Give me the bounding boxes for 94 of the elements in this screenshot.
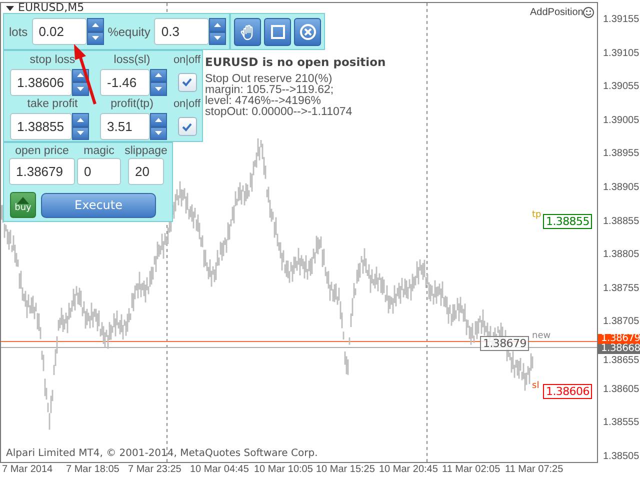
field-label: magic <box>82 144 116 158</box>
spin-down-button[interactable] <box>150 82 167 96</box>
indicator-name: AddPosition <box>530 7 584 19</box>
price-axis-label: 1.38905 <box>603 182 640 194</box>
time-axis-label: 7 Mar 23:25 <box>128 464 182 476</box>
spin-up-button[interactable] <box>150 68 167 82</box>
check-icon <box>181 120 193 133</box>
equity-field[interactable]: 0.3 <box>154 18 210 45</box>
price-axis-label: 1.38605 <box>603 384 640 396</box>
spin-down-button[interactable] <box>72 126 89 140</box>
toggle-checkbox[interactable] <box>178 72 196 92</box>
status-line: Stop Out reserve 210(%) <box>205 74 334 85</box>
arrow-down-icon <box>155 131 162 136</box>
time-axis-label: 7 Mar 2014 <box>2 464 53 476</box>
triangle-up-icon <box>17 197 29 204</box>
status-line: stopOut: 0.00000-->-1.11074 <box>205 107 354 118</box>
price-level-label[interactable]: 1.38606 <box>543 384 592 399</box>
copyright-text: Alpari Limited MT4, © 2001-2014, MetaQuotes Software Corp. <box>6 448 318 460</box>
price-axis-label: 1.39105 <box>603 48 640 60</box>
take-profit-field[interactable]: 1.38855 <box>10 113 72 140</box>
time-axis-label: 10 Mar 04:45 <box>190 464 249 476</box>
spin-up-button[interactable] <box>209 18 226 32</box>
field-label: stop loss <box>28 52 76 67</box>
arrow-up-icon <box>77 73 84 78</box>
field-label: open price <box>14 144 70 158</box>
field-label: lots <box>9 24 28 38</box>
close-icon <box>298 22 316 40</box>
price-axis-label: 1.39155 <box>603 14 640 26</box>
dropdown-triangle-icon <box>6 6 14 11</box>
square-icon <box>268 22 286 40</box>
level-tag: sl <box>532 381 540 391</box>
price-axis-label: 1.38755 <box>603 282 640 295</box>
hand-tool-button[interactable] <box>234 18 261 46</box>
current-price-tag: 1.38668 <box>598 344 640 354</box>
profit-field[interactable]: 3.51 <box>100 113 150 140</box>
smiley-icon <box>583 7 594 18</box>
arrow-down-icon <box>214 36 222 40</box>
arrow-up-icon <box>92 22 99 27</box>
spin-down-button[interactable] <box>209 32 226 45</box>
arrow-up-icon <box>155 73 162 78</box>
price-axis-label: 1.38955 <box>603 148 640 160</box>
price-axis-label: 1.38555 <box>603 417 640 430</box>
field-label: slippage <box>124 144 168 158</box>
field-label: take profit <box>26 97 79 112</box>
loss-field[interactable]: -1.46 <box>100 68 150 96</box>
time-axis-label: 10 Mar 15:25 <box>316 464 375 476</box>
field-label: %equity <box>108 24 150 38</box>
price-axis-label: 1.38805 <box>603 249 640 262</box>
time-axis-label: 10 Mar 20:45 <box>379 464 438 476</box>
status-heading: EURUSD is no open position <box>205 55 386 70</box>
arrow-down-icon <box>155 86 162 91</box>
field-label: profit(tp) <box>110 97 154 112</box>
maximize-button[interactable] <box>264 18 291 46</box>
time-axis-label: 7 Mar 18:05 <box>66 464 120 476</box>
buy-button[interactable]: buy <box>10 192 36 218</box>
field-label: on|off <box>172 97 202 112</box>
arrow-up-icon <box>214 22 222 27</box>
spin-down-button[interactable] <box>150 126 167 140</box>
open-price-field[interactable]: 1.38679 <box>9 158 75 185</box>
price-axis-label: 1.38505 <box>603 450 640 463</box>
price-axis-label: 1.38705 <box>603 316 640 328</box>
level-tag: new <box>532 331 551 341</box>
spin-down-button[interactable] <box>72 82 89 96</box>
time-axis-label: 11 Mar 07:25 <box>505 464 564 476</box>
field-label: on|off <box>172 52 202 67</box>
price-level-label[interactable]: 1.38855 <box>543 214 592 229</box>
spin-up-button[interactable] <box>86 18 104 32</box>
chart-title: EURUSD,M5 <box>18 2 84 14</box>
price-axis-label: 1.39055 <box>603 81 640 94</box>
price-axis-label: 1.38655 <box>603 355 640 367</box>
status-line: level: 4746%-->4196% <box>205 96 322 107</box>
level-tag: tp <box>532 210 542 220</box>
close-button[interactable] <box>294 18 321 46</box>
slippage-field[interactable]: 20 <box>128 158 164 185</box>
spin-up-button[interactable] <box>72 113 89 127</box>
status-line: margin: 105.75-->119.62; <box>205 85 335 96</box>
price-level-label[interactable]: 1.38679 <box>480 336 530 351</box>
arrow-down-icon <box>77 86 84 91</box>
arrow-up-icon <box>155 118 162 122</box>
price-axis-label: 1.39005 <box>603 114 640 127</box>
field-label: loss(sl) <box>112 52 152 67</box>
arrow-down-icon <box>77 131 84 136</box>
time-axis-label: 11 Mar 02:05 <box>442 464 500 476</box>
stop-loss-field[interactable]: 1.38606 <box>10 68 72 96</box>
spin-up-button[interactable] <box>150 113 167 127</box>
check-icon <box>181 76 193 88</box>
toggle-checkbox[interactable] <box>178 117 196 136</box>
magic-field[interactable]: 0 <box>77 158 121 185</box>
current-price-tag: 1.38679 <box>598 334 640 344</box>
lots-field[interactable]: 0.02 <box>32 18 87 45</box>
arrow-up-icon <box>77 118 84 122</box>
time-axis-label: 10 Mar 10:05 <box>254 464 313 476</box>
arrow-down-icon <box>92 36 99 40</box>
price-axis-label: 1.38855 <box>603 216 640 228</box>
